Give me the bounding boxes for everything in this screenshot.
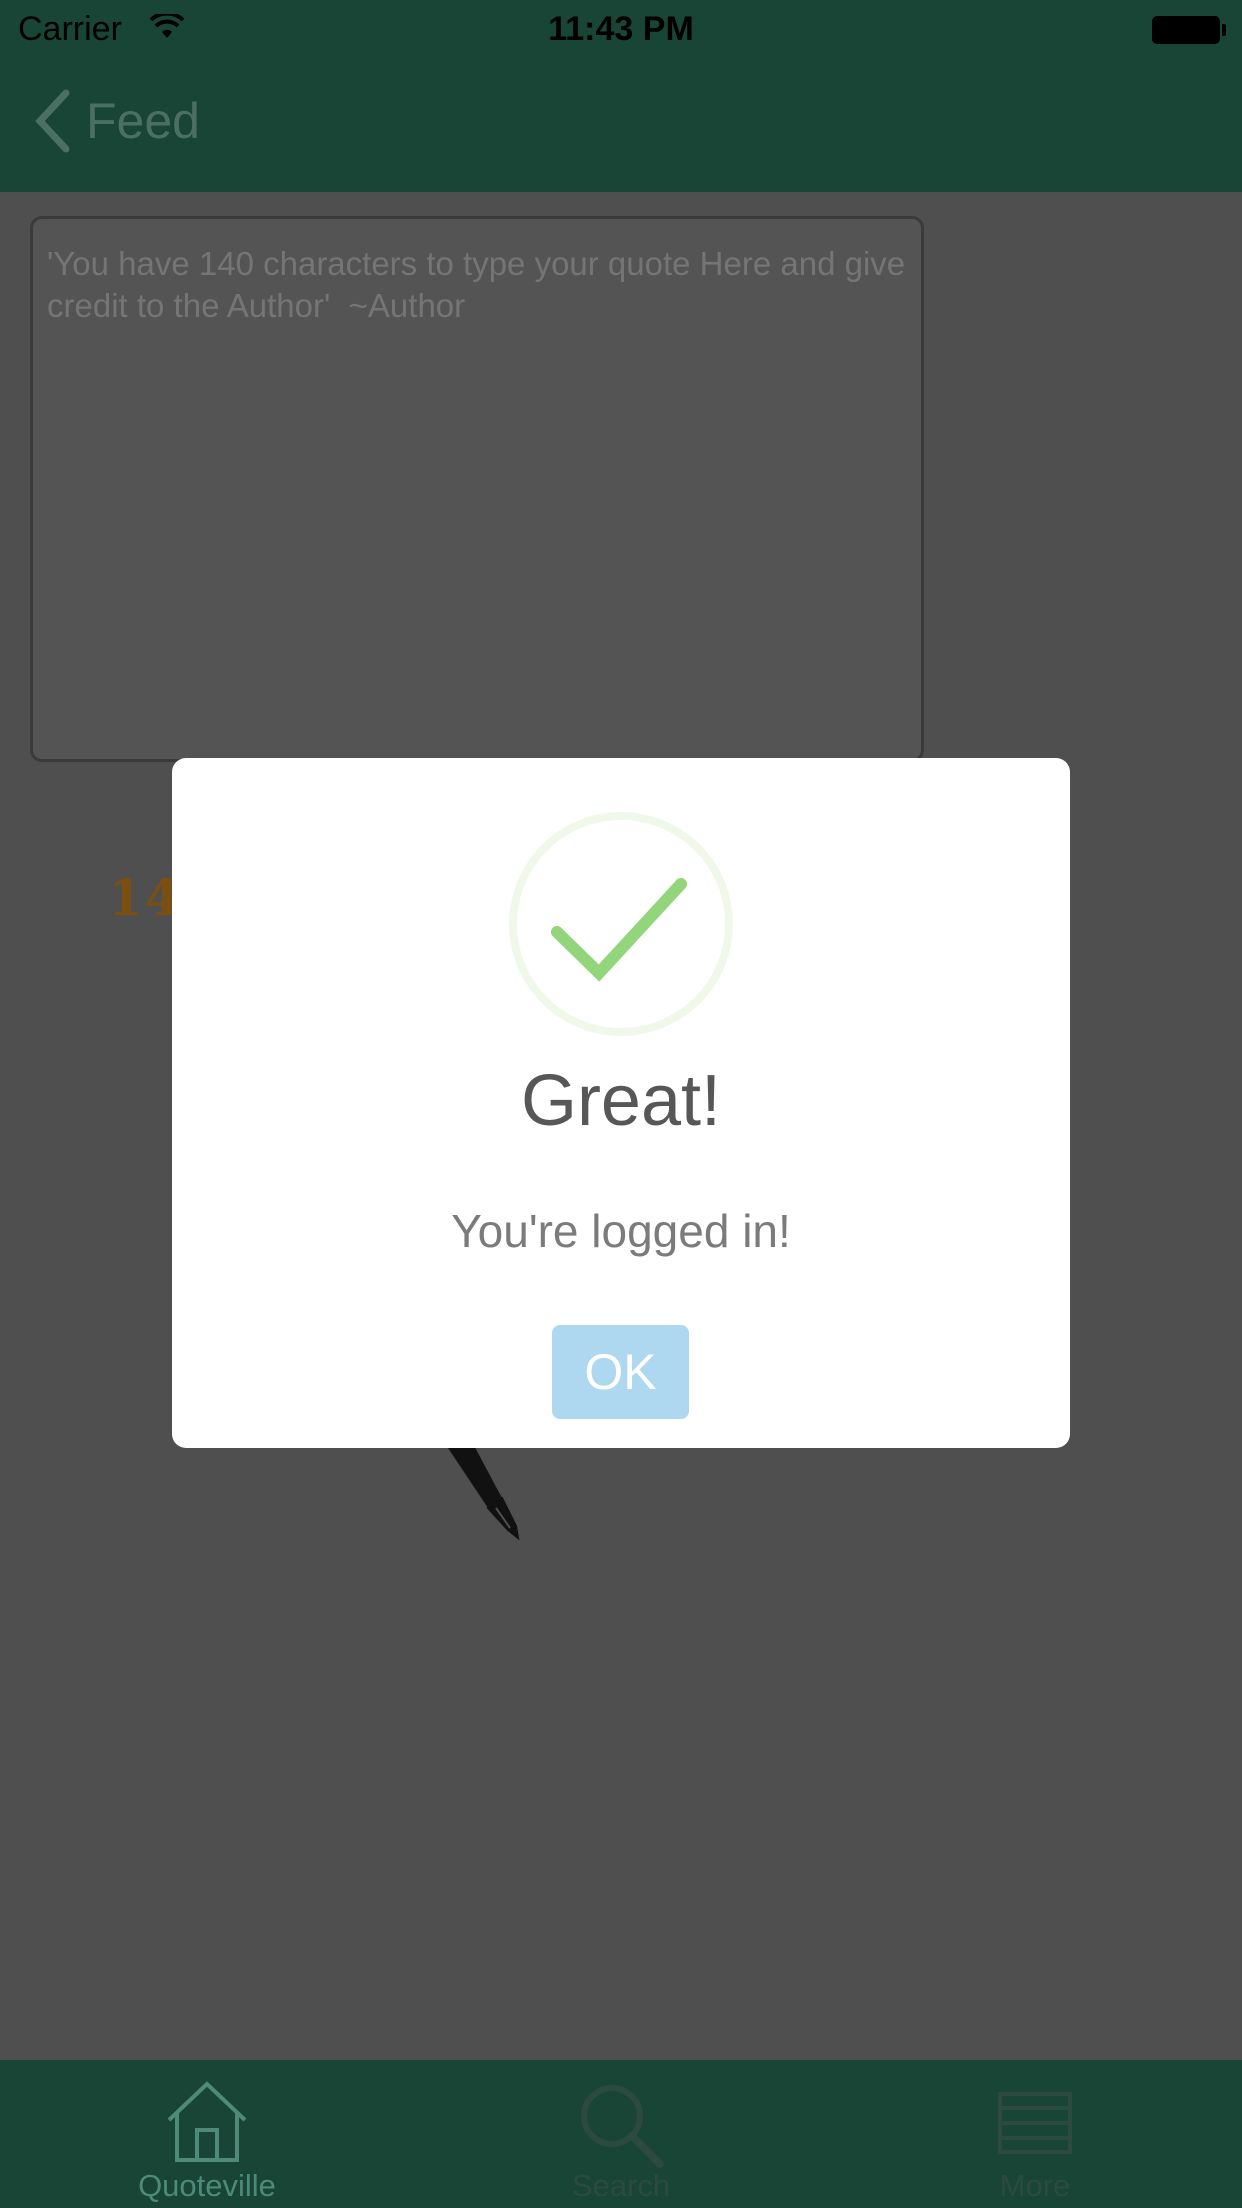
- alert-message: You're logged in!: [451, 1205, 791, 1257]
- modal-overlay: Great! You're logged in! OK: [0, 0, 1242, 2208]
- checkmark-icon: [509, 812, 733, 1036]
- success-alert: Great! You're logged in! OK: [172, 758, 1070, 1448]
- ok-button[interactable]: OK: [552, 1325, 689, 1419]
- alert-title: Great!: [520, 1061, 722, 1141]
